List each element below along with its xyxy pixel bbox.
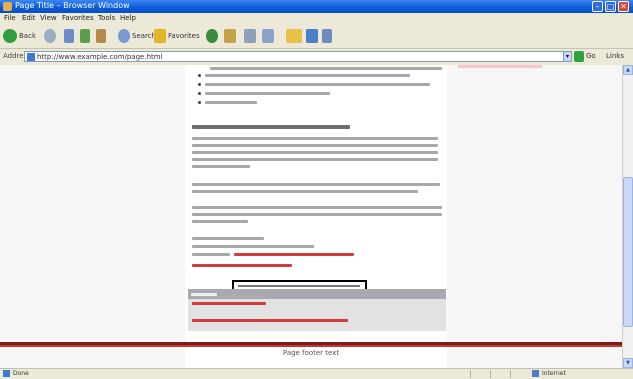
- page-icon: [27, 53, 35, 61]
- history-icon[interactable]: [206, 29, 218, 43]
- related-link[interactable]: [192, 302, 266, 305]
- right-margin: [447, 65, 622, 368]
- favorites-icon[interactable]: [154, 29, 166, 43]
- window-title: Page Title – Browser Window: [15, 1, 130, 10]
- favorites-label[interactable]: Favorites: [168, 32, 200, 40]
- search-icon[interactable]: [118, 29, 130, 43]
- text-line: [192, 165, 250, 168]
- text-line: [205, 101, 257, 104]
- title-bar: Page Title – Browser Window – □ ✕: [0, 0, 633, 13]
- forward-icon[interactable]: [44, 29, 56, 43]
- text-line: [192, 190, 418, 193]
- search-label[interactable]: Search: [132, 32, 156, 40]
- back-icon[interactable]: [3, 29, 17, 43]
- menu-file[interactable]: File: [4, 14, 16, 22]
- text-line: [210, 67, 442, 70]
- scroll-thumb[interactable]: [623, 177, 633, 327]
- text-line: [192, 151, 438, 154]
- status-text: Done: [13, 370, 29, 377]
- mail-icon[interactable]: [224, 29, 236, 43]
- contact-link[interactable]: [192, 264, 292, 267]
- close-button[interactable]: ✕: [618, 1, 629, 12]
- stop-icon[interactable]: [64, 29, 74, 43]
- scroll-up-button[interactable]: ▲: [623, 65, 633, 75]
- address-input[interactable]: http://www.example.com/page.html: [24, 51, 572, 62]
- maximize-button[interactable]: □: [605, 1, 616, 12]
- menu-help[interactable]: Help: [120, 14, 136, 22]
- status-divider: [490, 370, 491, 378]
- related-link[interactable]: [192, 319, 348, 322]
- back-label[interactable]: Back: [19, 32, 36, 40]
- toolbar: Back Search Favorites: [0, 24, 633, 49]
- folder-icon[interactable]: [286, 29, 302, 43]
- text-line: [192, 183, 440, 186]
- footer-text: Page footer text: [282, 349, 340, 357]
- refresh-icon[interactable]: [80, 29, 90, 43]
- minimize-button[interactable]: –: [592, 1, 603, 12]
- status-divider: [470, 370, 471, 378]
- print-icon[interactable]: [244, 29, 256, 43]
- section-heading: [192, 125, 350, 129]
- app-icon: [3, 2, 12, 11]
- text-line: [205, 74, 410, 77]
- links-label[interactable]: Links: [606, 52, 624, 60]
- bullet: [198, 74, 201, 77]
- footer-accent: [0, 345, 622, 347]
- contact-link[interactable]: [234, 253, 354, 256]
- address-bar: Address http://www.example.com/page.html…: [0, 49, 633, 66]
- text-line: [192, 144, 438, 147]
- text-line: [192, 213, 442, 216]
- button-label: [238, 285, 360, 287]
- text-line: [192, 137, 438, 140]
- page-icon: [3, 370, 10, 377]
- go-label[interactable]: Go: [586, 52, 596, 60]
- status-bar: Done Internet: [0, 368, 633, 379]
- bullet: [198, 92, 201, 95]
- edit-icon[interactable]: [262, 29, 274, 43]
- text-line: [205, 83, 430, 86]
- zone-text: Internet: [542, 370, 566, 377]
- address-dropdown-button[interactable]: ▾: [563, 51, 572, 62]
- menu-edit[interactable]: Edit: [22, 14, 36, 22]
- text-line: [192, 206, 442, 209]
- text-line: [192, 245, 314, 248]
- page-viewport: Page footer text: [0, 65, 622, 368]
- page-icon[interactable]: [306, 29, 318, 43]
- top-accent-bar: [458, 65, 542, 68]
- menu-tools[interactable]: Tools: [98, 14, 115, 22]
- left-margin: [0, 65, 185, 368]
- page-icon[interactable]: [322, 29, 332, 43]
- bullet: [198, 101, 201, 104]
- vertical-scrollbar[interactable]: ▲ ▼: [622, 65, 633, 368]
- text-line: [205, 92, 330, 95]
- text-line: [192, 220, 248, 223]
- address-value: http://www.example.com/page.html: [37, 53, 163, 61]
- menu-favorites[interactable]: Favorites: [62, 14, 94, 22]
- text-line: [192, 253, 230, 256]
- related-links-header: [188, 289, 446, 299]
- text-line: [192, 158, 438, 161]
- bullet: [198, 83, 201, 86]
- menu-view[interactable]: View: [40, 14, 57, 22]
- scroll-down-button[interactable]: ▼: [623, 358, 633, 368]
- status-divider: [510, 370, 511, 378]
- related-links-title: [191, 293, 217, 296]
- text-line: [192, 237, 264, 240]
- home-icon[interactable]: [96, 29, 106, 43]
- go-icon[interactable]: [574, 51, 584, 62]
- globe-icon: [532, 370, 539, 377]
